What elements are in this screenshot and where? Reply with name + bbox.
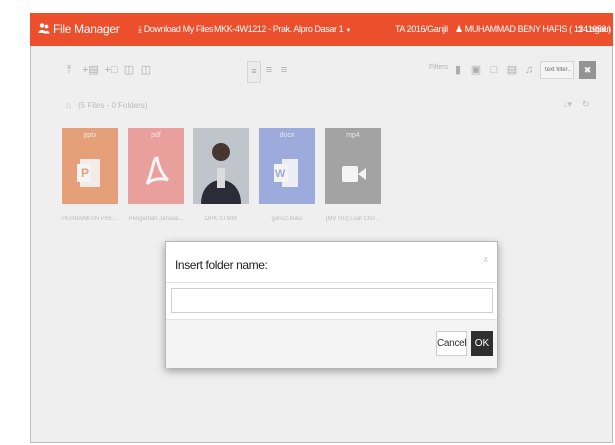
download-label: Download My Files [143,24,214,34]
caret-down-icon: ▼ [345,28,351,34]
logout-link[interactable]: ➲ Logout [576,13,611,46]
close-icon[interactable]: x [484,254,489,264]
logout-icon: ➲ [576,24,584,34]
dialog-title: Insert folder name: [175,258,268,272]
brand-label: File Manager [53,22,120,36]
download-files-link[interactable]: ⤓ Download My Files [138,13,213,46]
dialog-divider [166,282,497,283]
dialog-footer: Cancel OK [166,319,497,368]
course-label: MKK-4W1212 - Prak. Alpro Dasar 1 [214,24,344,34]
ok-button[interactable]: OK [471,331,493,356]
logout-label: Logout [585,24,611,34]
course-dropdown[interactable]: MKK-4W1212 - Prak. Alpro Dasar 1 ▼ [214,13,351,46]
brand-link[interactable]: File Manager [38,13,120,46]
insert-folder-dialog: Insert folder name: x Cancel OK [165,241,498,368]
users-icon [38,23,50,34]
download-icon: ⤓ [138,24,142,34]
cancel-button[interactable]: Cancel [436,331,467,356]
user-icon: ♟ [455,24,463,34]
top-navbar: File Manager ⤓ Download My Files MKK-4W1… [30,13,613,46]
term-label: TA 2016/Ganjil [395,24,448,34]
folder-name-input[interactable] [171,288,493,313]
